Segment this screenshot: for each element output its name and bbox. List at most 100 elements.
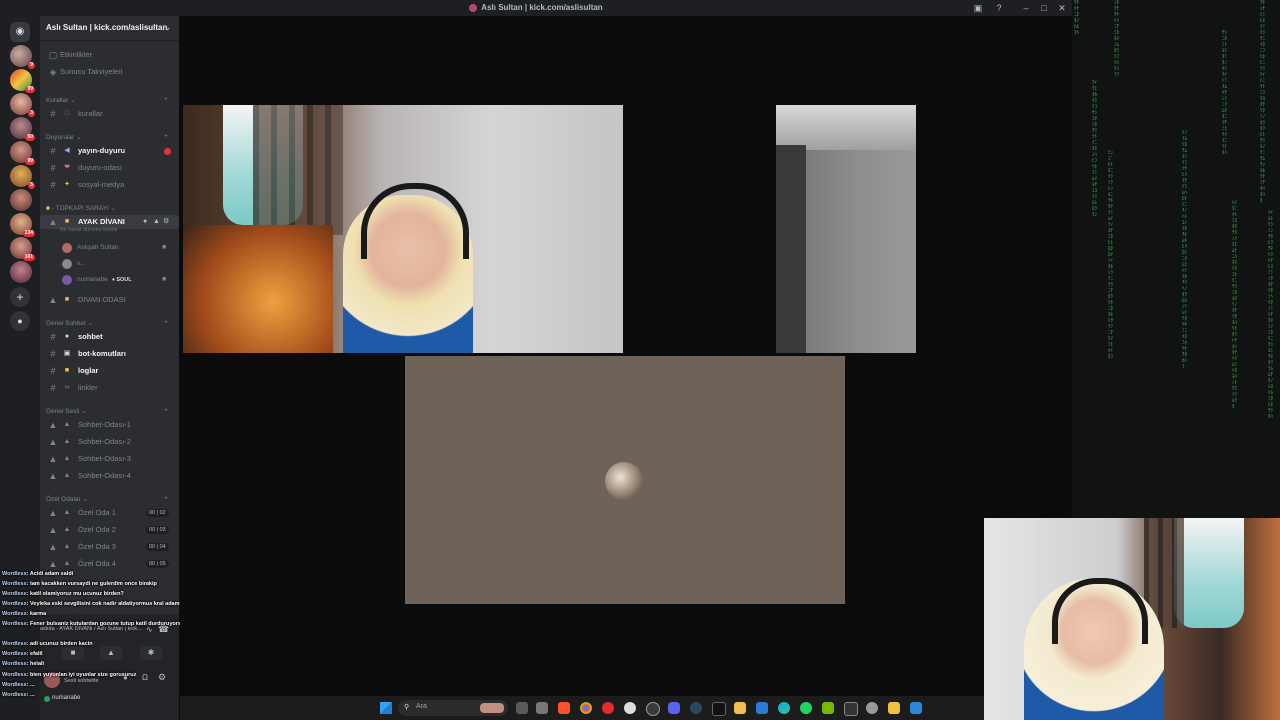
discord-home-icon[interactable]: ◉ xyxy=(10,22,30,42)
hashtag-icon: # xyxy=(50,163,56,173)
explorer-icon[interactable] xyxy=(888,702,900,714)
add-channel-icon[interactable]: + xyxy=(164,133,168,140)
vscode-icon[interactable] xyxy=(756,702,768,714)
voice-channel-sohbet-odasi-4[interactable]: ▲ ▲ Sohbet-Odası-4 xyxy=(40,469,179,483)
category-genel-sesli[interactable]: Genel Sesli ⌄ + xyxy=(46,407,168,415)
steam-icon[interactable] xyxy=(690,702,702,714)
notes-icon[interactable] xyxy=(734,702,746,714)
add-channel-icon[interactable]: + xyxy=(164,407,168,414)
voice-channel-ozel-oda-1[interactable]: ▲ ▲ Özel Oda 1 00 | 02 xyxy=(40,506,179,520)
server-avatar[interactable] xyxy=(10,189,32,211)
server-avatar[interactable]: 134 xyxy=(10,213,35,237)
help-icon[interactable]: ? xyxy=(993,2,1005,14)
user-limit: 03 xyxy=(159,527,166,533)
server-badge: 5 xyxy=(28,182,35,189)
server-avatar[interactable] xyxy=(10,261,32,283)
channel-linkler[interactable]: # ∞ linkler xyxy=(40,381,179,395)
channel-yayin-duyuru[interactable]: # ◀ yayın-duyuru xyxy=(40,144,179,158)
server-avatar[interactable]: 5 xyxy=(10,165,35,189)
discord-icon[interactable] xyxy=(668,702,680,714)
sidebar-item-boosts[interactable]: ◈ Sunucu Takviyeleri xyxy=(40,65,179,79)
nvidia-icon[interactable] xyxy=(822,702,834,714)
voice-member[interactable]: v... xyxy=(40,257,179,271)
server-header[interactable]: Aslı Sultan | kick.com/aslisultan ⌄ xyxy=(40,16,179,41)
microphone-shape xyxy=(1174,518,1244,628)
channel-bot-komutlari[interactable]: # ▣ bot-komutları xyxy=(40,347,179,361)
obs-icon[interactable] xyxy=(646,702,660,716)
brave-icon[interactable] xyxy=(558,702,570,714)
close-button[interactable]: ✕ xyxy=(1056,2,1068,14)
chat-user: Wordless xyxy=(2,601,27,607)
voice-member[interactable]: Aslışah Sultan ■ xyxy=(40,241,179,255)
hashtag-icon: # xyxy=(50,146,56,156)
task-view-icon[interactable] xyxy=(516,702,528,714)
server-avatar[interactable]: 101 xyxy=(10,237,35,261)
server-avatar[interactable]: 50 xyxy=(10,117,35,141)
voice-channel-ozel-oda-2[interactable]: ▲ ▲ Özel Oda 2 00 | 03 xyxy=(40,523,179,537)
channel-label: Sohbet-Odası-2 xyxy=(78,437,131,446)
lock-icon: ■ xyxy=(64,296,70,303)
speaker-icon: ▲ xyxy=(48,542,58,552)
category-duyurular[interactable]: Duyurular ⌄ + xyxy=(46,133,168,141)
voice-channel-sohbet-odasi-3[interactable]: ▲ ▲ Sohbet-Odası-3 xyxy=(40,452,179,466)
category-genel-sohbet[interactable]: Genel Sohbet ⌄ + xyxy=(46,319,168,327)
category-label: Duyurular xyxy=(46,134,75,141)
widgets-icon[interactable] xyxy=(536,702,548,714)
chat-text: : katil olamiyoruz mu ucunuz birden? xyxy=(26,591,124,597)
chrome-icon[interactable] xyxy=(580,702,592,714)
github-icon[interactable] xyxy=(624,702,636,714)
inbox-icon[interactable]: ▣ xyxy=(972,2,984,14)
opera-icon[interactable] xyxy=(602,702,614,714)
server-avatar[interactable]: 99 xyxy=(10,69,35,93)
add-server-icon[interactable]: + xyxy=(10,287,30,307)
search-box[interactable]: ⚲ Ara xyxy=(398,700,508,716)
terminal-icon[interactable] xyxy=(844,702,858,716)
server-avatar[interactable]: 9 xyxy=(10,45,35,69)
spotify-icon[interactable] xyxy=(800,702,812,714)
add-channel-icon[interactable]: + xyxy=(164,495,168,502)
settings-icon[interactable] xyxy=(866,702,878,714)
category-topkapi[interactable]: ■ - TOPKAPI SARAYI ⌄ xyxy=(46,204,116,212)
channel-sohbet[interactable]: # ● sohbet xyxy=(40,330,179,344)
member-name: Aslışah Sultan xyxy=(77,244,119,251)
channel-label: linkler xyxy=(78,383,98,392)
video-tile-streamer[interactable] xyxy=(183,105,623,353)
add-channel-icon[interactable]: + xyxy=(164,319,168,326)
channel-duyuru-odasi[interactable]: # ❤ duyuru-odası xyxy=(40,161,179,175)
edge-icon[interactable] xyxy=(778,702,790,714)
channel-loglar[interactable]: # ■ loglar xyxy=(40,364,179,378)
voice-channel-sohbet-odasi-2[interactable]: ▲ ▲ Sohbet-Odası-2 xyxy=(40,435,179,449)
video-tile-avatar[interactable] xyxy=(405,356,845,604)
voice-channel-ozel-oda-3[interactable]: ▲ ▲ Özel Oda 3 00 | 04 xyxy=(40,540,179,554)
speaker-icon: ▲ xyxy=(48,525,58,535)
voice-channel-sohbet-odasi-1[interactable]: ▲ ▲ Sohbet-Odası-1 xyxy=(40,418,179,432)
tiktok-icon[interactable] xyxy=(712,702,726,716)
member-name: v... xyxy=(77,260,86,267)
voice-status[interactable]: Bir kanal durumu belirle xyxy=(40,225,179,235)
matrix-background: ﾂﾃﾄﾅﾆﾇﾈﾉﾊﾋﾌﾍ ﾝﾀｸﾁﾁｹﾄﾒﾆﾁﾐﾀﾈﾒﾉﾑﾀﾗﾘﾌﾂﾊﾘﾊﾗﾜ … xyxy=(1072,0,1280,518)
explore-icon[interactable]: ● xyxy=(10,311,30,331)
member-name: numanabe xyxy=(77,276,108,283)
category-kurallar[interactable]: Kurallar ⌄ + xyxy=(46,96,168,104)
member-tag: ♦ SOUL xyxy=(112,277,132,283)
headphones-shape xyxy=(361,183,469,259)
store-icon[interactable] xyxy=(910,702,922,714)
volume-icon: ▲ xyxy=(63,543,71,550)
sidebar-item-events[interactable]: ▢ Etkinlikler xyxy=(40,48,179,62)
server-avatar[interactable]: 99 xyxy=(10,141,35,165)
voice-channel-divan-odasi[interactable]: ▲ ■ DİVAN ODASI xyxy=(40,293,179,307)
category-ozel-odalar[interactable]: Özel Odalar ⌄ + xyxy=(46,495,168,503)
server-avatar[interactable]: 3 xyxy=(10,93,35,117)
voice-member[interactable]: numanabe ♦ SOUL ■ xyxy=(40,273,179,287)
maximize-button[interactable]: □ xyxy=(1038,2,1050,14)
app-icon xyxy=(469,3,478,12)
minimize-button[interactable]: – xyxy=(1020,2,1032,14)
channel-kurallar[interactable]: # □ kurallar xyxy=(40,107,179,121)
avatar xyxy=(62,259,72,269)
windows-icon[interactable] xyxy=(380,702,392,714)
add-channel-icon[interactable]: + xyxy=(164,96,168,103)
speaker-icon: ▲ xyxy=(48,420,58,430)
channel-sosyal-medya[interactable]: # ✦ sosyal-medya xyxy=(40,178,179,192)
chat-user: Wordless xyxy=(2,661,27,667)
video-tile-room[interactable] xyxy=(776,105,916,353)
